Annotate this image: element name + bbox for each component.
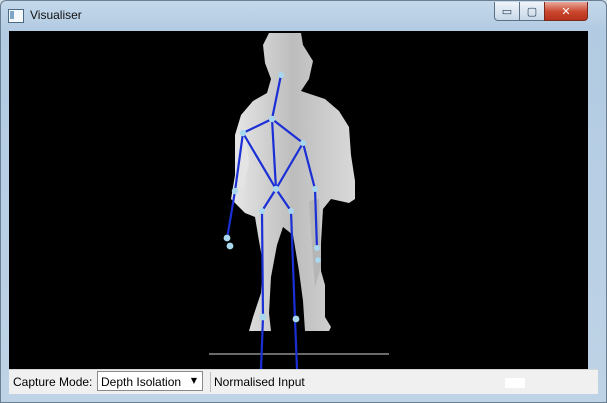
minimize-button[interactable]: ▭ xyxy=(494,2,520,21)
status-bar: Capture Mode: Depth Isolation ▼ Normalis… xyxy=(9,369,598,394)
visualiser-window: Visualiser ▭ ▢ ✕ Capture Mode: Depth Iso… xyxy=(0,0,607,403)
close-icon: ✕ xyxy=(561,4,571,18)
maximize-icon: ▢ xyxy=(526,4,538,18)
capture-mode-value: Depth Isolation xyxy=(101,375,182,389)
dropdown-arrow-icon: ▼ xyxy=(190,376,197,385)
capture-mode-select[interactable]: Depth Isolation ▼ xyxy=(97,371,203,391)
minimize-icon: ▭ xyxy=(501,4,513,18)
status-text: Normalised Input xyxy=(214,375,305,389)
status-separator xyxy=(210,372,211,392)
title-bar[interactable]: Visualiser ▭ ▢ ✕ xyxy=(1,1,606,31)
app-icon xyxy=(8,9,24,23)
close-button[interactable]: ✕ xyxy=(544,2,588,21)
depth-canvas xyxy=(209,33,389,369)
noise-dots xyxy=(209,353,389,355)
maximize-button[interactable]: ▢ xyxy=(519,2,545,21)
status-artifact xyxy=(505,378,525,388)
capture-mode-label: Capture Mode: xyxy=(13,375,93,389)
depth-view xyxy=(9,31,588,369)
window-title: Visualiser xyxy=(30,8,82,22)
